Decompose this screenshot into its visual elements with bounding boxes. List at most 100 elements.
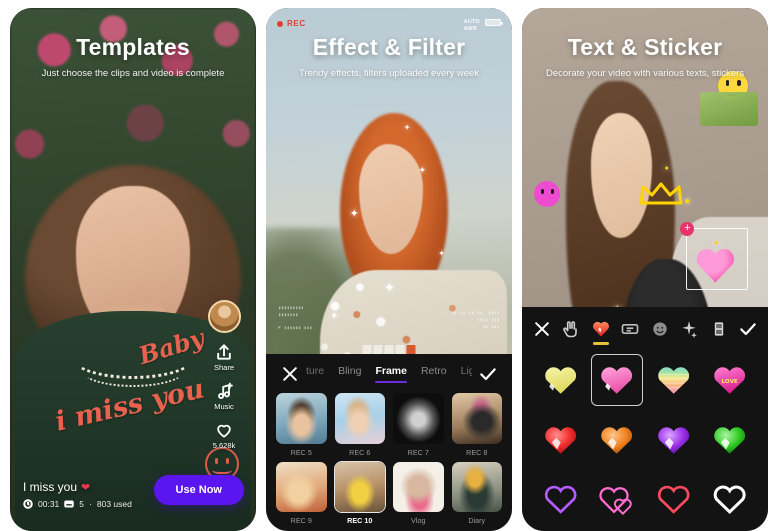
heart-icon — [214, 420, 234, 440]
sticker-cell[interactable] — [704, 473, 757, 526]
heart-sticker-category-button[interactable] — [589, 318, 613, 345]
heart-sticker-icon — [592, 321, 609, 336]
tab-light[interactable]: Ligl — [461, 365, 472, 383]
effect-cell[interactable]: Vlog — [392, 461, 445, 525]
heart-neon-red-icon — [657, 485, 690, 514]
effect-cell[interactable]: REC 6 — [334, 392, 387, 457]
filter-tabs: ture Bling Frame Retro Ligl — [266, 354, 512, 384]
check-icon — [738, 319, 758, 339]
effect-cell-selected[interactable]: REC 10 — [333, 460, 386, 525]
close-button[interactable] — [274, 364, 306, 384]
effect-cell[interactable]: REC 7 — [392, 392, 445, 457]
page-title: Effect & Filter — [312, 34, 466, 60]
film-strip-category-button[interactable] — [707, 318, 731, 340]
hand-gesture-category-button[interactable] — [559, 318, 583, 340]
like-button[interactable]: 5,628k — [213, 420, 235, 450]
sticker-cell[interactable] — [647, 473, 700, 526]
camera-overlay-text-right: ▮▮ ▮▮ ▮▮:▮▮ ▮▮▮▮ ▮▮▮▮ ▮▮▮ ▮▮ ▮▮▮ — [451, 311, 500, 330]
tab-texture[interactable]: ture — [306, 365, 324, 383]
template-title-row: I miss you ❤ — [23, 480, 132, 494]
effect-cell[interactable]: Diary — [451, 461, 504, 525]
sticker-cell[interactable]: LOVE — [704, 354, 757, 407]
smiley-pink-sticker — [534, 180, 561, 207]
sparkle-category-button[interactable] — [677, 318, 701, 340]
heart-purple-gem-icon — [657, 426, 689, 454]
effect-thumb — [275, 392, 328, 445]
share-label: Share — [213, 363, 234, 372]
heart-neon-purple-icon — [544, 485, 577, 514]
heart-pink-icon — [601, 367, 633, 394]
sticker-cell[interactable] — [534, 354, 587, 407]
check-icon — [478, 364, 498, 384]
heart-neon-pink-icon — [599, 487, 632, 516]
effect-label: Vlog — [411, 516, 426, 525]
panel-templates: Baby i miss you Templates Just choose th… — [10, 8, 256, 531]
music-button[interactable]: Music — [214, 381, 234, 411]
share-icon — [214, 342, 234, 362]
music-label: Music — [214, 402, 234, 411]
heart-love-icon: LOVE — [714, 367, 746, 394]
template-title: I miss you — [23, 480, 78, 494]
pink-heart-sticker — [695, 247, 735, 283]
rec-label: REC — [287, 19, 306, 28]
filter-tab-scroller[interactable]: ture Bling Frame Retro Ligl — [306, 365, 472, 383]
effect-thumb — [451, 392, 504, 445]
effect-grid: REC 5 REC 6 REC 7 REC 8 REC 9 REC 10 Vlo… — [266, 384, 512, 531]
panel-templates-header: Templates Just choose the clips and vide… — [10, 34, 256, 79]
awb-line-1: AUTO — [463, 19, 480, 25]
film-strip-icon — [714, 321, 723, 336]
effect-cell[interactable]: REC 8 — [451, 392, 504, 457]
template-meta: I miss you ❤ 00:31 5 · 803 used — [23, 480, 132, 509]
template-duration: 00:31 — [38, 499, 60, 509]
action-rail: Share Music 5,628k — [201, 300, 247, 450]
page-title: Text & Sticker — [567, 34, 723, 60]
sticker-cell[interactable] — [534, 473, 587, 526]
tab-retro[interactable]: Retro — [421, 365, 447, 383]
effect-label: REC 6 — [349, 447, 371, 457]
sticker-cell[interactable] — [591, 413, 644, 466]
emoji-category-button[interactable] — [648, 318, 672, 340]
tab-bling[interactable]: Bling — [338, 365, 361, 383]
use-now-button[interactable]: Use Now — [153, 475, 244, 505]
sticker-cell[interactable] — [591, 473, 644, 526]
page-subtitle: Decorate your video with various texts, … — [546, 68, 744, 79]
sticker-cell[interactable] — [534, 413, 587, 466]
effect-thumb — [392, 392, 445, 445]
avatar[interactable] — [207, 300, 241, 333]
sparkle-icon — [682, 320, 698, 338]
delete-handle-icon[interactable]: + — [680, 221, 695, 236]
share-button[interactable]: Share — [214, 342, 234, 372]
sticker-cell[interactable] — [704, 413, 757, 466]
effect-cell[interactable]: REC 5 — [275, 392, 328, 457]
crown-sticker-icon — [639, 182, 683, 205]
heart-orange-gem-icon — [601, 426, 633, 454]
smiley-doodle-mouth-icon — [211, 464, 232, 475]
awb-text: AUTO AWB — [464, 19, 480, 34]
effect-cell[interactable]: REC 9 — [275, 461, 328, 525]
effect-label: REC 8 — [466, 447, 488, 457]
sticker-cell-selected[interactable] — [590, 353, 643, 406]
template-clip-count: 5 — [79, 499, 85, 509]
panel-sticker-header: Text & Sticker Decorate your video with … — [522, 34, 768, 79]
awb-indicator: AUTO AWB — [464, 19, 503, 34]
heart-emoji-icon: ❤ — [81, 481, 91, 494]
effect-thumb — [334, 392, 387, 445]
confirm-button[interactable] — [472, 364, 504, 384]
effect-label: Diary — [468, 516, 486, 525]
sticker-selection-box[interactable]: + — [680, 221, 749, 290]
effect-label: REC 9 — [290, 516, 312, 525]
sticker-cell[interactable] — [647, 354, 700, 407]
close-icon — [532, 319, 552, 339]
close-button[interactable] — [530, 318, 554, 340]
panel-text-sticker: ● ● ● ✦ + I love you Text & Sticker Deco… — [522, 8, 768, 531]
confirm-button[interactable] — [736, 318, 760, 340]
effect-thumb — [392, 461, 445, 514]
sticker-cell[interactable] — [647, 413, 700, 466]
sticker-grid: LOVE — [522, 348, 768, 531]
text-box-category-button[interactable] — [618, 318, 642, 340]
sticker-toolbar — [522, 307, 768, 348]
effect-thumb — [333, 460, 386, 513]
tab-frame[interactable]: Frame — [375, 365, 407, 383]
rec-indicator: REC — [277, 19, 306, 28]
heart-red-gem-icon — [544, 426, 576, 454]
